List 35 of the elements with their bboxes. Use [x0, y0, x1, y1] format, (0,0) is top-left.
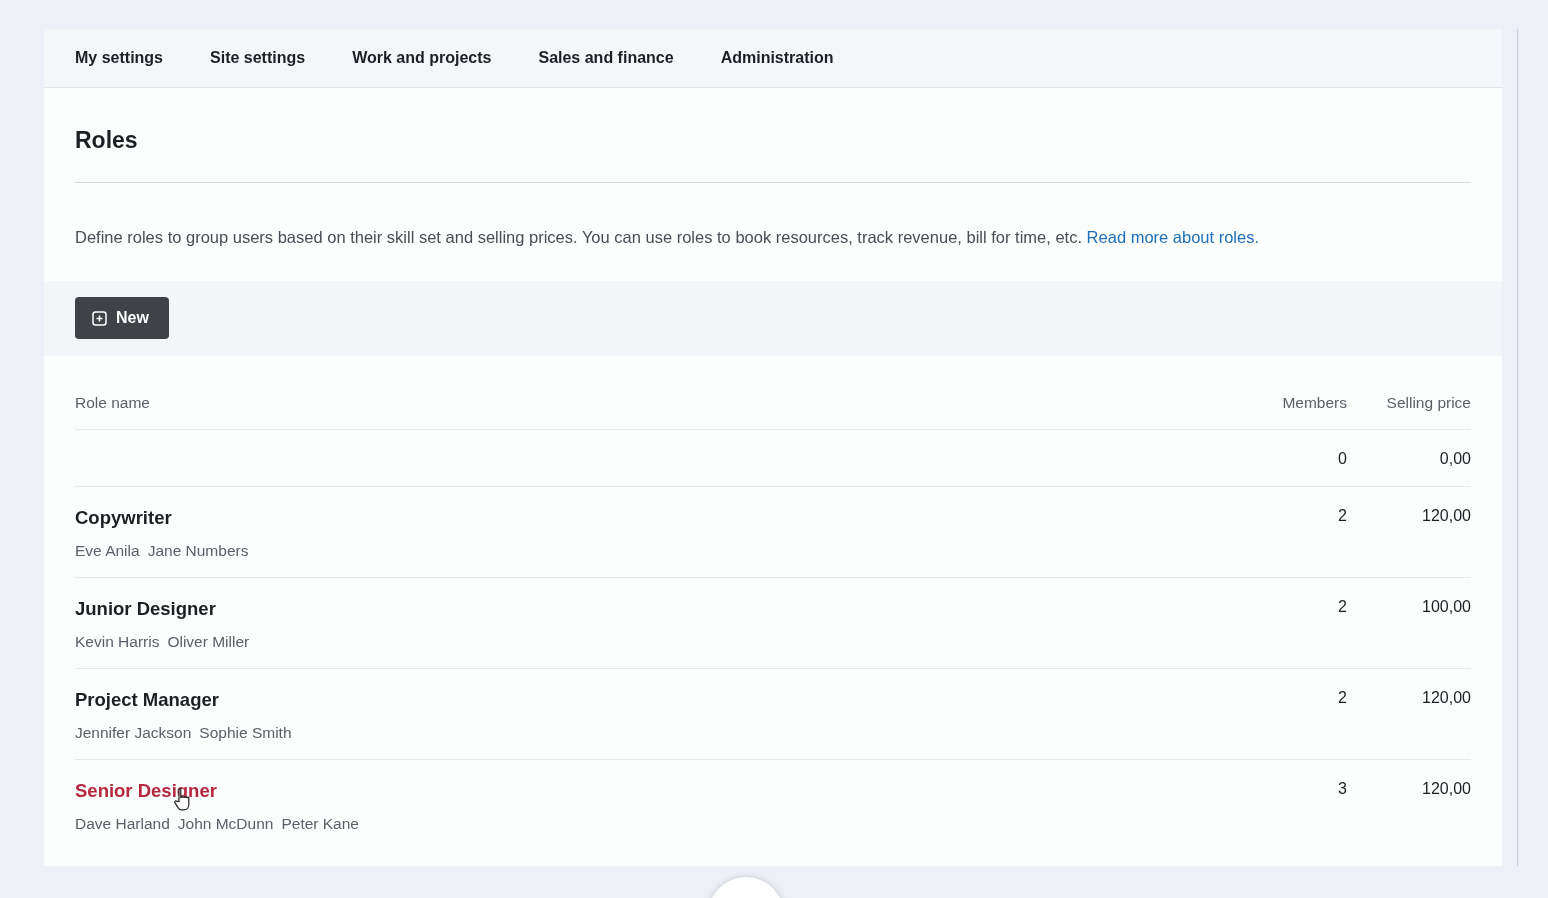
new-button[interactable]: New [75, 297, 169, 340]
nav-tab[interactable]: Administration [720, 29, 834, 87]
selling-price: 120,00 [1422, 506, 1471, 524]
member-name: Peter Kane [281, 815, 359, 833]
role-name-link[interactable]: Junior Designer [75, 594, 216, 623]
nav-tab[interactable]: Work and projects [352, 29, 492, 87]
column-header: Selling price [1386, 394, 1471, 412]
member-name: John McDunn [177, 815, 274, 833]
nav-tab[interactable]: Site settings [210, 29, 306, 87]
column-header: Members [1282, 394, 1347, 412]
selling-price: 120,00 [1422, 779, 1471, 797]
member-name: Jennifer Jackson [75, 724, 192, 742]
members-count: 3 [1338, 779, 1347, 797]
selling-price: 0,00 [1439, 449, 1471, 467]
selling-price: 120,00 [1422, 688, 1471, 706]
role-name-link[interactable]: Copywriter [75, 503, 172, 532]
members-count: 2 [1338, 688, 1347, 706]
description-text: Define roles to group users based on their skill set and selling prices. You can use roles to book resources, track revenue, bill for time, etc. Read more about roles. [75, 226, 1261, 248]
column-header: Role name [75, 394, 150, 412]
member-name: Oliver Miller [167, 633, 250, 651]
members-count: 2 [1338, 506, 1347, 524]
member-name: Sophie Smith [199, 724, 292, 742]
members-count: 0 [1338, 449, 1347, 467]
member-name: Eve Anila [75, 542, 140, 560]
add-icon [92, 310, 107, 326]
page-title: Roles [75, 88, 1471, 183]
member-name: Dave Harland [75, 815, 170, 833]
nav-tab[interactable]: Sales and finance [538, 29, 674, 87]
read-more-link[interactable]: Read more about roles. [1086, 227, 1260, 246]
role-name-link[interactable]: Project Manager [75, 685, 219, 714]
member-name: Jane Numbers [147, 542, 249, 560]
members-count: 2 [1338, 597, 1347, 615]
selling-price: 100,00 [1422, 597, 1471, 615]
nav-tab[interactable]: My settings [75, 29, 163, 87]
member-name: Kevin Harris [75, 633, 160, 651]
